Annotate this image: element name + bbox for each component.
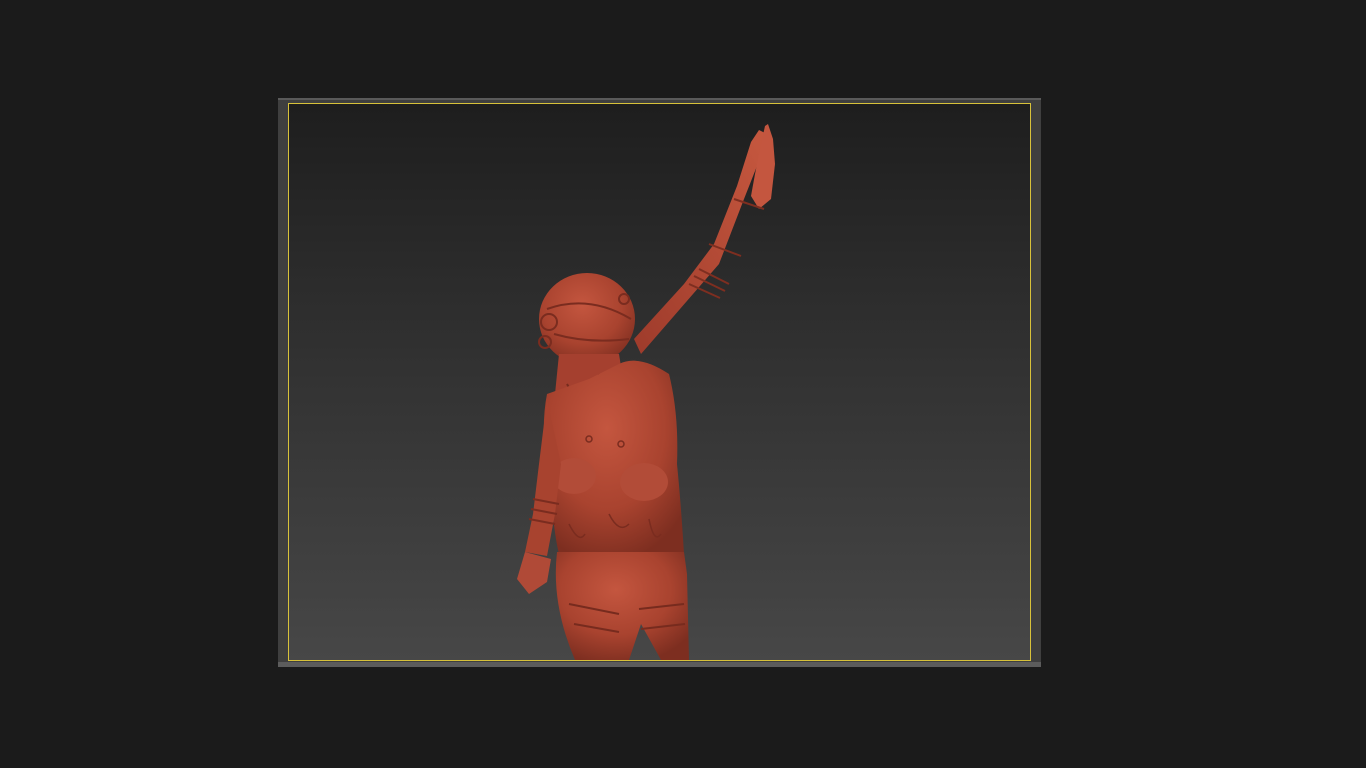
raised-arm [634,130,767,354]
app-window [0,0,1366,768]
helmet [539,273,635,365]
viewport-panel[interactable] [278,98,1041,667]
viewport-canvas[interactable] [288,103,1031,661]
torso [543,360,684,554]
lower-hand [517,552,551,594]
sculpt-model [517,124,775,660]
